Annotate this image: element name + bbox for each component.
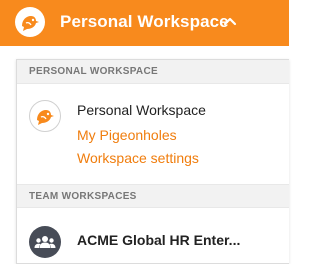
section-header-personal: PERSONAL WORKSPACE [17,60,289,84]
pigeon-logo-icon [15,7,45,37]
workspace-dropdown: PERSONAL WORKSPACE Personal Workspace My… [16,59,289,264]
chevron-up-icon[interactable] [223,15,237,29]
group-icon[interactable] [29,226,61,258]
workspace-title[interactable]: Personal Workspace [60,12,229,32]
workspace-settings-link[interactable]: Workspace settings [77,150,199,166]
my-pigeonholes-link[interactable]: My Pigeonholes [77,127,177,143]
header-bar[interactable]: Personal Workspace [0,0,289,46]
section-header-team: TEAM WORKSPACES [17,184,289,208]
team-workspace-item[interactable]: ACME Global HR Enter... [77,232,240,248]
personal-workspace-name: Personal Workspace [77,102,206,118]
pigeon-avatar-icon [29,100,61,132]
